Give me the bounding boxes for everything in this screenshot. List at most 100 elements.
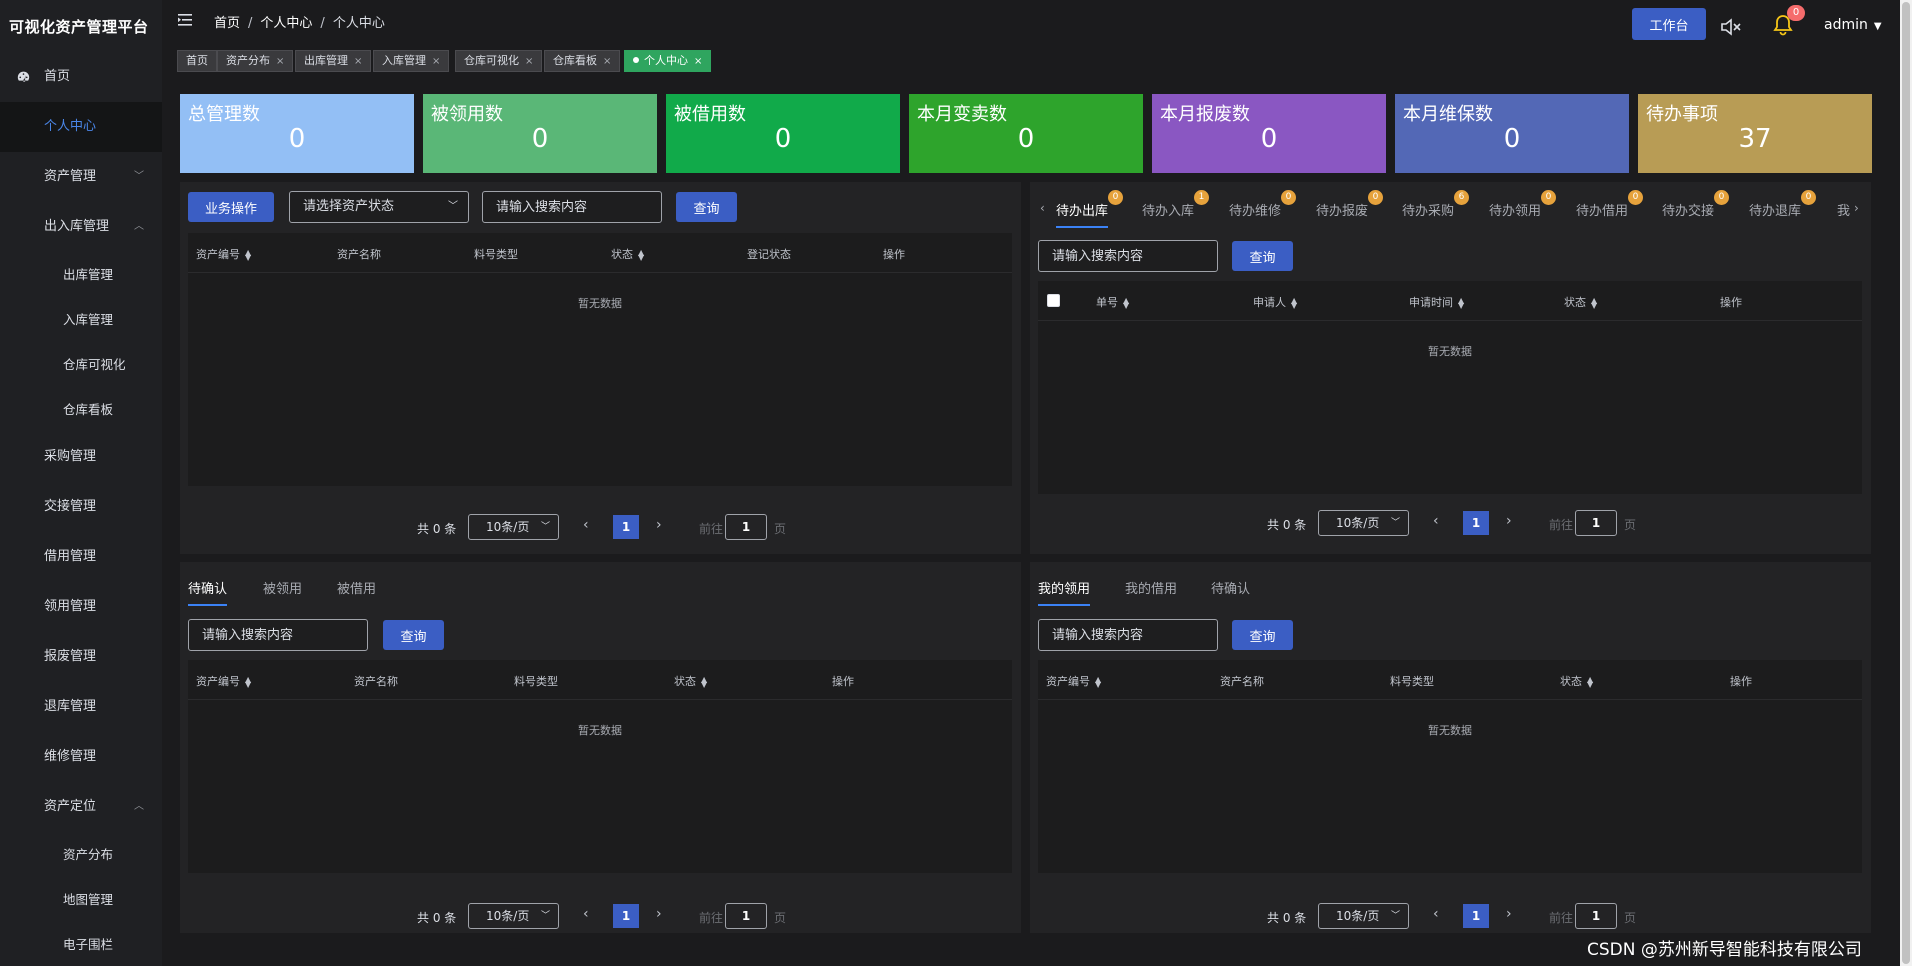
tag-personal-center[interactable]: 个人中心 × [624, 50, 712, 72]
close-icon[interactable]: × [694, 56, 702, 67]
column-header[interactable]: 资产编号 ▲ ▼ [196, 246, 251, 262]
sidebar-item-warehouse-visual[interactable]: 仓库可视化 [0, 342, 162, 387]
goto-page-input[interactable]: 1 [725, 903, 767, 929]
breadcrumb-home[interactable]: 首页 [214, 16, 240, 31]
prev-page-icon[interactable]: ‹ [1433, 513, 1439, 529]
sidebar-item-asset-distribution[interactable]: 资产分布 [0, 832, 162, 877]
column-header[interactable]: 状态 ▲ ▼ [611, 246, 644, 262]
prev-page-icon[interactable]: ‹ [583, 517, 589, 533]
column-header[interactable]: 申请人 ▲ ▼ [1253, 294, 1297, 310]
sidebar-item-outbound[interactable]: 出库管理 [0, 252, 162, 297]
next-page-icon[interactable]: › [656, 906, 662, 922]
sort-icon[interactable]: ▲ ▼ [245, 249, 251, 262]
sort-icon[interactable]: ▲ ▼ [245, 676, 251, 689]
tab-pending-inbound[interactable]: 待办入库 1 [1142, 190, 1209, 219]
menu-toggle-icon[interactable] [178, 13, 192, 27]
sidebar-item-map-management[interactable]: 地图管理 [0, 877, 162, 922]
search-input[interactable] [188, 619, 368, 651]
sort-icon[interactable]: ▲ ▼ [1587, 676, 1593, 689]
business-operation-button[interactable]: 业务操作 [188, 192, 274, 222]
page-number[interactable]: 1 [613, 904, 639, 928]
sidebar-item-inbound[interactable]: 入库管理 [0, 297, 162, 342]
sort-icon[interactable]: ▲ ▼ [1095, 676, 1101, 689]
sort-icon[interactable]: ▲ ▼ [1458, 297, 1464, 310]
query-button[interactable]: 查询 [1232, 620, 1293, 650]
tab-my-borrow[interactable]: 我的借用 [1125, 578, 1177, 597]
next-page-icon[interactable]: › [1506, 906, 1512, 922]
sidebar-item-asset-management[interactable]: 资产管理 ﹀ [0, 152, 162, 202]
page-number[interactable]: 1 [1463, 511, 1489, 535]
user-menu[interactable]: admin ▼ [1824, 17, 1882, 33]
tab-borrowed[interactable]: 被借用 [337, 578, 376, 597]
column-header[interactable]: 状态 ▲ ▼ [1564, 294, 1597, 310]
next-page-icon[interactable]: › [1506, 513, 1512, 529]
tab-pending-confirm[interactable]: 待确认 [188, 578, 227, 597]
sidebar-item-asset-location[interactable]: 资产定位 ︿ [0, 782, 162, 832]
close-icon[interactable]: × [354, 56, 362, 67]
select-all-checkbox[interactable] [1047, 294, 1060, 307]
tab-pending-purchase[interactable]: 待办采购 6 [1402, 190, 1469, 219]
sidebar-item-return[interactable]: 退库管理 [0, 682, 162, 732]
close-icon[interactable]: × [432, 56, 440, 67]
query-button[interactable]: 查询 [1232, 241, 1293, 271]
tag-inbound[interactable]: 入库管理 × [373, 50, 450, 72]
sidebar-item-warehouse-board[interactable]: 仓库看板 [0, 387, 162, 432]
close-icon[interactable]: × [525, 56, 533, 67]
sidebar-item-repair[interactable]: 维修管理 [0, 732, 162, 782]
tab-pending-return[interactable]: 待办退库 0 [1749, 190, 1816, 219]
sidebar-item-geofence[interactable]: 电子围栏 [0, 922, 162, 966]
goto-page-input[interactable]: 1 [725, 514, 767, 540]
volume-mute-icon[interactable] [1720, 18, 1742, 36]
tab-pending-borrow[interactable]: 待办借用 0 [1576, 190, 1643, 219]
sort-icon[interactable]: ▲ ▼ [1291, 297, 1297, 310]
sort-icon[interactable]: ▲ ▼ [638, 249, 644, 262]
sidebar-item-purchase[interactable]: 采购管理 [0, 432, 162, 482]
breadcrumb-section[interactable]: 个人中心 [260, 16, 312, 31]
query-button[interactable]: 查询 [383, 620, 444, 650]
sidebar-item-receive[interactable]: 领用管理 [0, 582, 162, 632]
next-page-icon[interactable]: › [656, 517, 662, 533]
tag-warehouse-board[interactable]: 仓库看板 × [544, 50, 621, 72]
close-icon[interactable]: × [276, 56, 284, 67]
sort-icon[interactable]: ▲ ▼ [1591, 297, 1597, 310]
tab-received[interactable]: 被领用 [263, 578, 302, 597]
column-header[interactable]: 资产编号 ▲ ▼ [1046, 673, 1101, 689]
tag-asset-distribution[interactable]: 资产分布 × [217, 50, 294, 72]
goto-page-input[interactable]: 1 [1575, 903, 1617, 929]
column-header[interactable]: 资产编号 ▲ ▼ [196, 673, 251, 689]
page-size-select[interactable]: 10条/页 ﹀ [468, 903, 559, 929]
prev-page-icon[interactable]: ‹ [1433, 906, 1439, 922]
tab-pending-scrap[interactable]: 待办报废 0 [1316, 190, 1383, 219]
close-icon[interactable]: × [603, 56, 611, 67]
page-size-select[interactable]: 10条/页 ﹀ [468, 514, 559, 540]
column-header[interactable]: 单号 ▲ ▼ [1096, 294, 1129, 310]
page-scrollbar[interactable] [1900, 0, 1912, 966]
tab-scroll-right-icon[interactable]: › [1854, 201, 1859, 215]
sidebar-item-handover[interactable]: 交接管理 [0, 482, 162, 532]
column-header[interactable]: 状态 ▲ ▼ [674, 673, 707, 689]
tab-pending-repair[interactable]: 待办维修 0 [1229, 190, 1296, 219]
query-button[interactable]: 查询 [676, 192, 737, 222]
column-header[interactable]: 申请时间 ▲ ▼ [1409, 294, 1464, 310]
sort-icon[interactable]: ▲ ▼ [1123, 297, 1129, 310]
sidebar-item-inout-management[interactable]: 出入库管理 ︿ [0, 202, 162, 252]
sort-icon[interactable]: ▲ ▼ [701, 676, 707, 689]
tab-pending-handover[interactable]: 待办交接 0 [1662, 190, 1729, 219]
page-size-select[interactable]: 10条/页 ﹀ [1318, 510, 1409, 536]
sidebar-item-borrow[interactable]: 借用管理 [0, 532, 162, 582]
goto-page-input[interactable]: 1 [1575, 510, 1617, 536]
scrollbar-thumb[interactable] [1902, 2, 1910, 964]
workbench-button[interactable]: 工作台 [1632, 8, 1706, 40]
search-input[interactable] [482, 191, 662, 223]
sidebar-item-personal-center[interactable]: 个人中心 [0, 102, 162, 152]
page-size-select[interactable]: 10条/页 ﹀ [1318, 903, 1409, 929]
tab-scroll-left-icon[interactable]: ‹ [1040, 201, 1045, 215]
tag-outbound[interactable]: 出库管理 × [295, 50, 372, 72]
sidebar-item-scrap[interactable]: 报废管理 [0, 632, 162, 682]
tab-my-receive[interactable]: 我的领用 [1038, 578, 1090, 597]
tag-home[interactable]: 首页 [177, 50, 217, 72]
search-input[interactable] [1038, 619, 1218, 651]
column-header[interactable]: 状态 ▲ ▼ [1560, 673, 1593, 689]
tab-pending-outbound[interactable]: 待办出库 0 [1056, 190, 1123, 219]
search-input[interactable] [1038, 240, 1218, 272]
